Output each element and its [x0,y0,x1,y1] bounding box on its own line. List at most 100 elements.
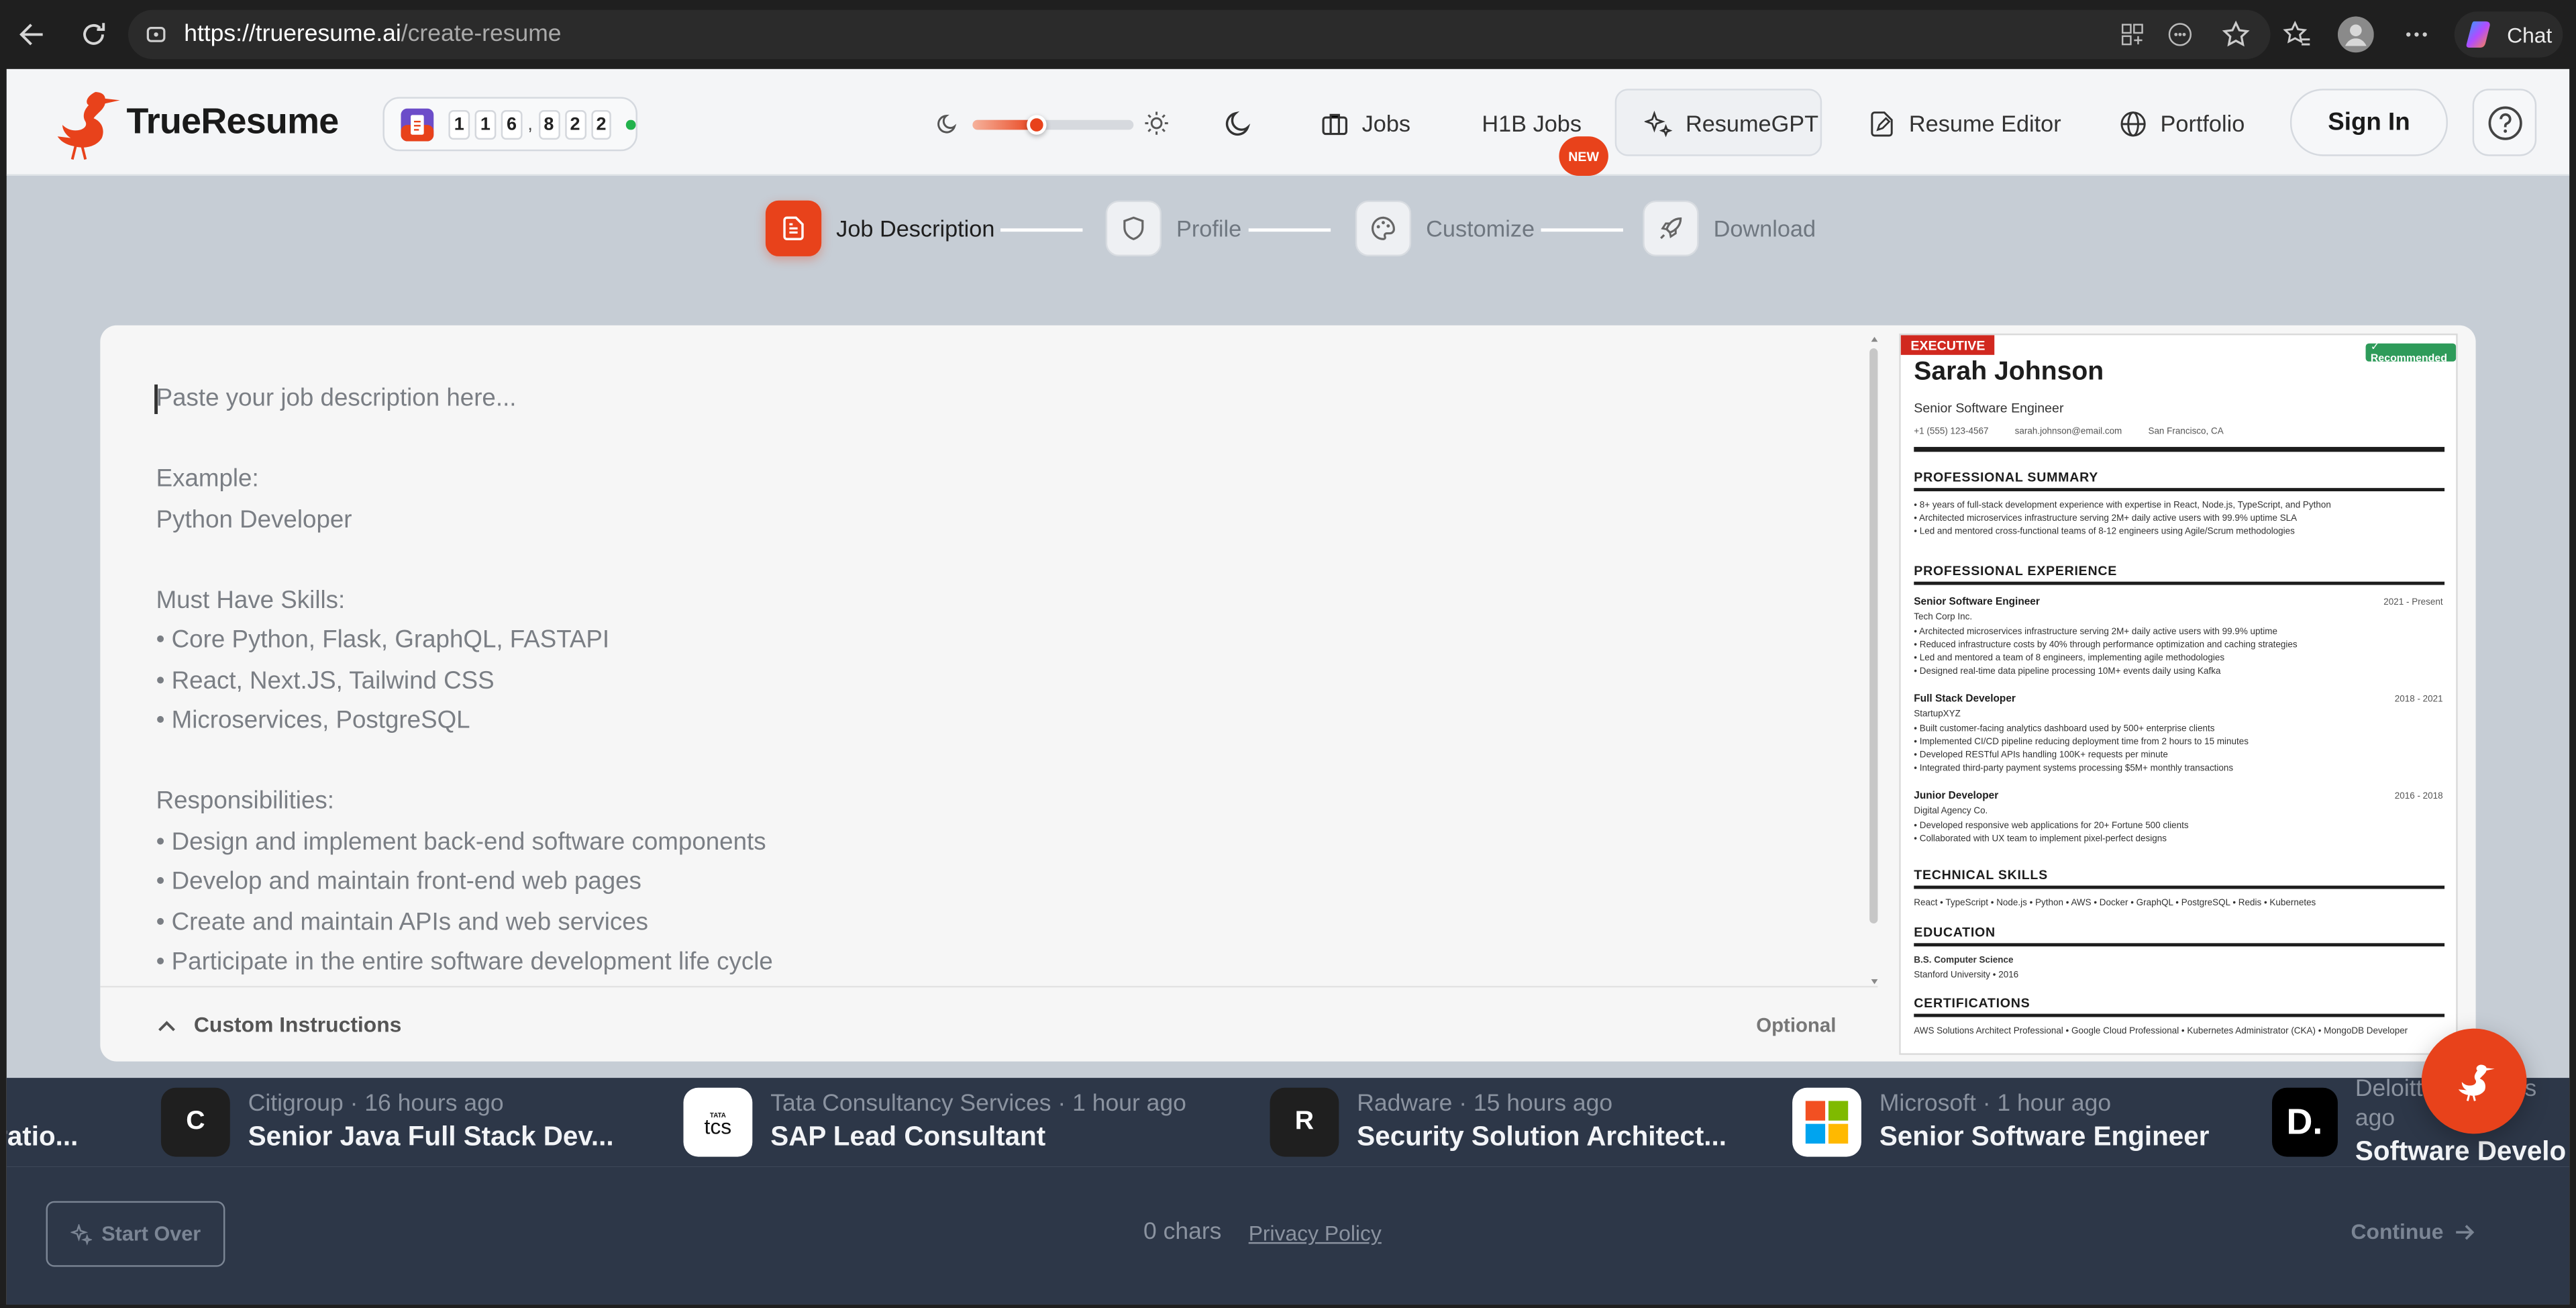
job-ticker: ratio... C Citigroup · 16 hours ago Seni… [6,1078,2570,1167]
resume-job-bullets: • Developed responsive web applications … [1914,821,2189,845]
chat-label: Chat [2507,22,2553,47]
resume-job-company: StartupXYZ [1914,709,1961,720]
help-button[interactable] [2472,89,2537,156]
resume-job-role: Senior Software Engineer [1914,596,2040,608]
executive-badge: EXECUTIVE [1900,335,1996,355]
step-label: Customize [1426,215,1535,242]
resume-preview[interactable]: EXECUTIVE ✓ Recommended Sarah Johnson Se… [1899,334,2458,1055]
theme-slider[interactable] [972,115,1134,135]
resume-section-heading: TECHNICAL SKILLS [1914,867,2048,883]
brand-name[interactable]: TrueResume [127,100,340,143]
recommended-badge: ✓ Recommended [2365,342,2457,365]
visitor-counter: 1 1 6 , 8 2 2 [382,97,637,152]
privacy-policy-link[interactable]: Privacy Policy [1249,1221,1382,1246]
nav-jobs[interactable]: Jobs [1321,105,1410,142]
job-description-textarea[interactable]: Paste your job description here... Examp… [156,380,1849,984]
palette-icon [1355,200,1412,256]
continue-label: Continue [2351,1219,2444,1244]
favorites-icon[interactable] [2277,15,2316,54]
favorite-star-icon[interactable] [2216,15,2256,54]
optional-label: Optional [1756,1013,1837,1037]
nav-resumegpt[interactable]: ResumeGPT [1644,105,1818,142]
step-customize[interactable]: Customize [1355,200,1535,256]
sign-in-button[interactable]: Sign In [2289,89,2448,156]
more-menu-icon[interactable] [2397,15,2436,54]
site-info-icon[interactable] [144,23,167,46]
ticker-meta: Radware · 15 hours ago [1357,1091,1613,1117]
custom-instructions-toggle[interactable]: Custom Instructions Optional [100,985,1878,1062]
dark-mode-toggle-icon[interactable] [1224,109,1253,138]
copilot-chat-button[interactable]: Chat [2454,11,2563,58]
nav-resume-editor[interactable]: Resume Editor [1868,105,2061,142]
step-download[interactable]: Download [1643,200,1816,256]
new-badge: NEW [1559,136,1608,176]
resume-summary: • 8+ years of full-stack development exp… [1914,501,2331,538]
back-icon[interactable] [13,15,53,54]
shield-icon [1105,200,1162,256]
resume-title: Senior Software Engineer [1914,401,2064,416]
nav-h1b-jobs[interactable]: H1B Jobs [1482,105,1582,142]
resume-section-heading: CERTIFICATIONS [1914,995,2030,1011]
nav-resume-editor-label: Resume Editor [1908,110,2061,137]
sparkle-icon [1644,109,1673,138]
resume-job-dates: 2021 - Present [2383,598,2443,608]
ticker-item[interactable]: ratio... [7,1078,79,1166]
ticker-job-title: ratio... [7,1122,79,1152]
step-profile[interactable]: Profile [1105,200,1242,256]
character-count: 0 chars [1143,1219,1222,1246]
theme-slider-knob[interactable] [1027,115,1047,135]
resume-section-heading: PROFESSIONAL SUMMARY [1914,470,2099,485]
sparkle-icon [70,1223,92,1245]
top-navigation: TrueResume 1 1 6 , 8 2 2 Jobs H1B Jobs N… [6,68,2570,176]
copilot-icon [2464,18,2497,51]
start-over-label: Start Over [101,1222,201,1246]
resume-divider [1914,488,2445,491]
ticker-item[interactable]: C Citigroup · 16 hours ago Senior Java F… [160,1078,614,1166]
continue-button[interactable]: Continue [2351,1219,2477,1244]
step-label: Profile [1176,215,1242,242]
heron-logo-icon[interactable] [46,85,122,161]
action-footer: Start Over 0 chars Privacy Policy Contin… [6,1166,2570,1305]
step-label: Job Description [836,215,995,242]
resume-job-company: Digital Agency Co. [1914,807,1988,817]
counter-separator: , [527,114,533,134]
resume-job-dates: 2018 - 2021 [2394,695,2443,705]
resume-certifications: AWS Solutions Architect Professional • G… [1914,1027,2408,1037]
counter-digit: 2 [590,109,612,139]
counter-digit: 6 [501,109,523,139]
arrow-right-icon [2453,1220,2476,1243]
extensions-icon[interactable] [2161,15,2200,54]
resume-name: Sarah Johnson [1914,358,2104,387]
tcs-logo: TATA tcs [683,1087,753,1157]
sun-icon [1143,110,1170,136]
ticker-meta: Citigroup · 16 hours ago [248,1091,504,1117]
profile-avatar-icon[interactable] [2336,15,2375,54]
refresh-icon[interactable] [74,15,113,54]
textarea-scroll-thumb[interactable] [1869,348,1878,923]
resume-job-bullets: • Built customer-facing analytics dashbo… [1914,724,2249,774]
resume-divider [1914,1013,2445,1017]
nav-portfolio[interactable]: Portfolio [2119,105,2245,142]
company-logo: R [1270,1087,1339,1157]
ticker-item[interactable]: TATA tcs Tata Consultancy Services · 1 h… [683,1078,1186,1166]
ticker-meta: Microsoft · 1 hour ago [1879,1091,2112,1117]
counter-digit: 2 [564,109,586,139]
chat-fab-button[interactable] [2421,1028,2527,1134]
microsoft-logo-icon [1792,1087,1861,1157]
job-description-card: Paste your job description here... Examp… [100,325,2476,1062]
address-bar[interactable]: https://trueresume.ai/create-resume [127,9,2271,60]
start-over-button[interactable]: Start Over [46,1201,225,1267]
resume-job-role: Junior Developer [1914,790,1999,802]
ticker-item[interactable]: Microsoft · 1 hour ago Senior Software E… [1792,1078,2209,1166]
ticker-job-title: Software Develo [2355,1137,2567,1167]
resume-email: sarah.johnson@email.com [2014,427,2122,438]
resume-school: Stanford University • 2016 [1914,970,2019,981]
ticker-item[interactable]: R Radware · 15 hours ago Security Soluti… [1270,1078,1727,1166]
counter-digit: 1 [474,109,497,139]
resume-location: San Francisco, CA [2148,427,2224,438]
resume-section-heading: PROFESSIONAL EXPERIENCE [1914,563,2118,578]
app-available-icon[interactable] [2113,15,2153,54]
step-connector [1541,228,1623,232]
resume-divider [1914,446,2445,452]
step-job-description[interactable]: Job Description [765,200,995,256]
